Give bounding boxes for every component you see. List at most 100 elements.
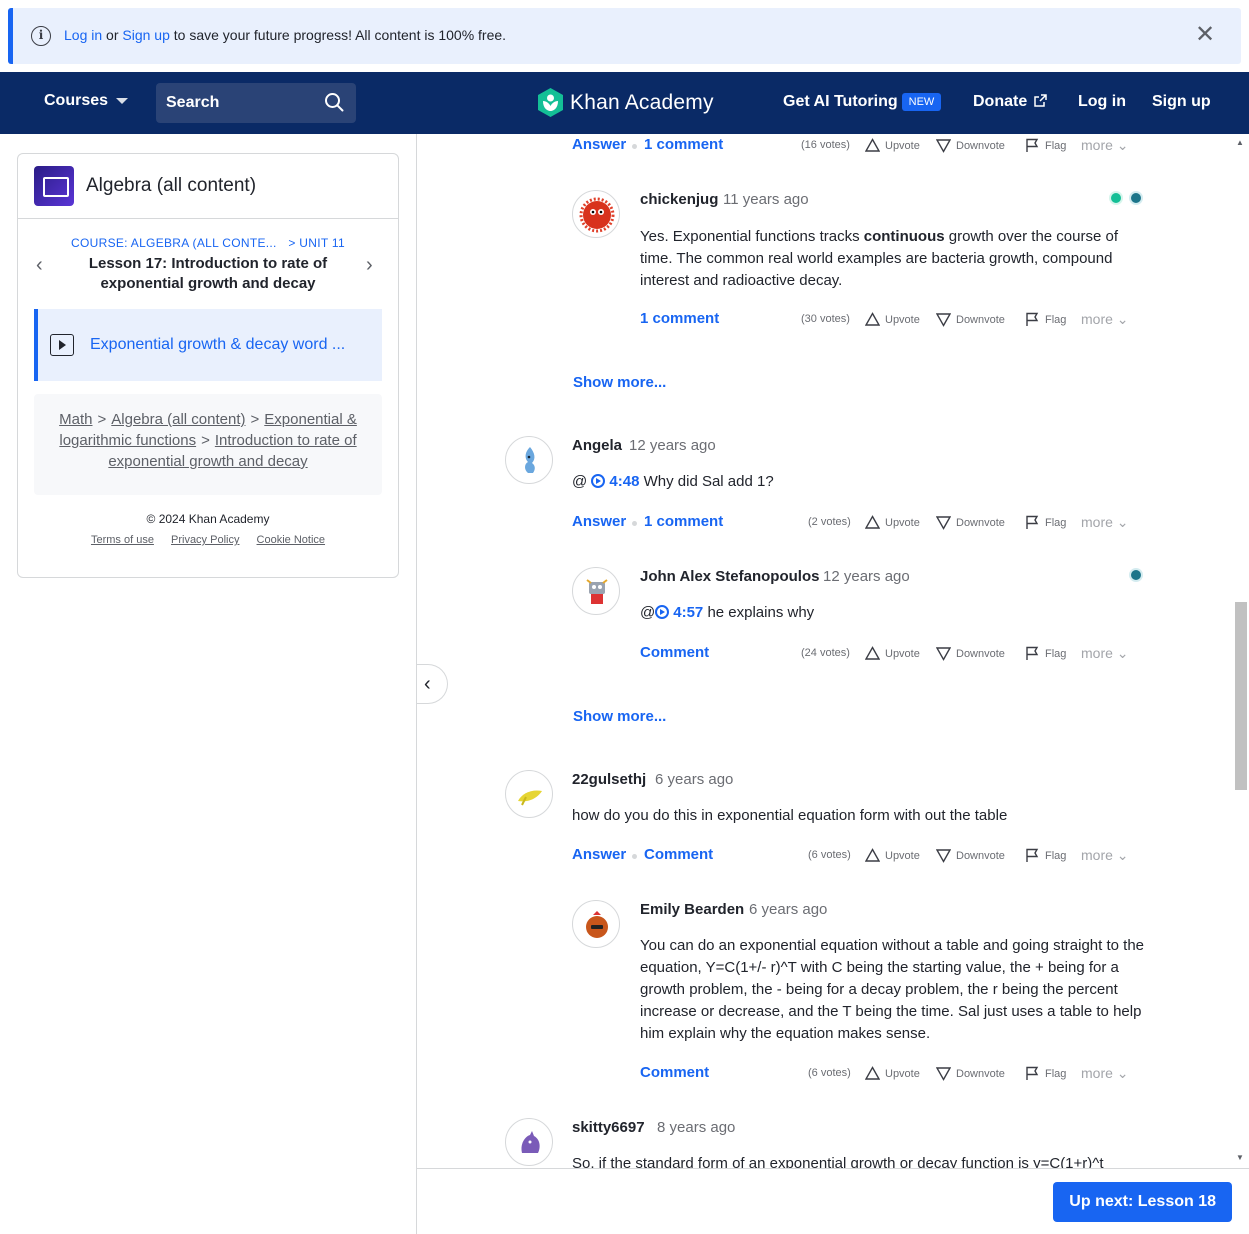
comments-toggle[interactable]: 1 comment (644, 513, 723, 530)
upvote-button[interactable]: Upvote (865, 1066, 920, 1081)
upvote-button[interactable]: Upvote (865, 848, 920, 863)
new-badge: NEW (901, 93, 942, 111)
video-timestamp-link[interactable]: 4:57 (655, 604, 703, 621)
comment-author[interactable]: skitty6697 (572, 1119, 645, 1136)
downvote-button[interactable]: Downvote (936, 1066, 1005, 1081)
scrollbar-thumb[interactable] (1235, 602, 1247, 790)
orange-creature-avatar-icon (586, 911, 608, 938)
flag-button[interactable]: Flag (1025, 312, 1066, 327)
banner-message: Log in or Sign up to save your future pr… (64, 27, 506, 43)
answer-button[interactable]: Answer (572, 513, 626, 530)
comment-author[interactable]: Emily Bearden (640, 901, 744, 918)
avatar (572, 900, 620, 948)
terms-link[interactable]: Terms of use (91, 534, 154, 546)
downvote-button[interactable]: Downvote (936, 646, 1005, 661)
downvote-button[interactable]: Downvote (936, 312, 1005, 327)
show-more-button[interactable]: Show more... (573, 708, 666, 725)
close-icon[interactable]: ✕ (1195, 23, 1215, 47)
teal-badge-icon (1129, 191, 1143, 205)
flag-button[interactable]: Flag (1025, 646, 1066, 661)
comment-button[interactable]: Comment (640, 1064, 709, 1081)
more-menu[interactable]: more ⌄ (1081, 1065, 1129, 1082)
course-crumb-link[interactable]: COURSE: ALGEBRA (ALL CONTE... (71, 236, 277, 250)
donate-link[interactable]: Donate (973, 93, 1047, 111)
comment-time: 11 years ago (723, 191, 809, 208)
chevron-down-icon: ⌄ (1116, 137, 1129, 153)
scroll-down-arrow-icon[interactable]: ▼ (1236, 1153, 1244, 1162)
chevron-down-icon: ⌄ (1116, 311, 1129, 327)
avatar (572, 190, 620, 238)
flag-label: Flag (1045, 516, 1067, 529)
downvote-label: Downvote (956, 313, 1005, 326)
course-header[interactable]: Algebra (all content) (18, 154, 398, 219)
comment-time: 12 years ago (629, 437, 716, 454)
upvote-button[interactable]: Upvote (865, 515, 920, 530)
comment-button[interactable]: Comment (640, 644, 709, 661)
next-lesson-chevron-icon[interactable]: › (366, 254, 380, 276)
avatar (505, 1118, 553, 1166)
collapse-sidebar-button[interactable]: ‹ (417, 664, 448, 704)
mention-at: @ (572, 473, 588, 490)
more-menu[interactable]: more ⌄ (1081, 311, 1129, 328)
khan-academy-logo[interactable]: Khan Academy (537, 88, 714, 117)
more-label: more (1081, 311, 1113, 327)
more-menu[interactable]: more ⌄ (1081, 514, 1129, 531)
nav-signup-button[interactable]: Sign up (1152, 93, 1211, 111)
green-badge-icon (1109, 191, 1123, 205)
comment-author[interactable]: chickenjug (640, 191, 718, 208)
brand-name: Khan Academy (570, 90, 714, 114)
answer-button[interactable]: Answer (572, 846, 626, 863)
banner-login-link[interactable]: Log in (64, 27, 102, 43)
comment-author[interactable]: John Alex Stefanopoulos (640, 568, 819, 585)
body-text: he explains why (707, 604, 815, 621)
course-book-icon (34, 166, 74, 206)
comment-body: So, if the standard form of an exponenti… (572, 1155, 1104, 1168)
up-next-button[interactable]: Up next: Lesson 18 (1053, 1182, 1232, 1222)
breadcrumb-math[interactable]: Math (59, 411, 92, 428)
flag-button[interactable]: Flag (1025, 515, 1066, 530)
active-video-item[interactable]: Exponential growth & decay word ... (34, 309, 382, 381)
purple-creature-avatar-icon (521, 1131, 540, 1153)
more-menu[interactable]: more ⌄ (1081, 847, 1129, 864)
upvote-label: Upvote (885, 313, 920, 326)
video-timestamp-link[interactable]: 4:48 (591, 473, 639, 490)
upvote-label: Upvote (885, 647, 920, 660)
flag-button[interactable]: Flag (1025, 848, 1066, 863)
cookie-link[interactable]: Cookie Notice (257, 534, 325, 546)
downvote-button[interactable]: Downvote (936, 848, 1005, 863)
nav-login-button[interactable]: Log in (1078, 93, 1126, 111)
upvote-button[interactable]: Upvote (865, 646, 920, 661)
search-input[interactable]: Search (156, 83, 356, 123)
downvote-button[interactable]: Downvote (936, 515, 1005, 530)
answer-button[interactable]: Answer (572, 136, 626, 153)
flag-button[interactable]: Flag (1025, 1066, 1066, 1081)
privacy-link[interactable]: Privacy Policy (171, 534, 239, 546)
courses-menu-button[interactable]: Courses (44, 92, 129, 110)
ai-tutoring-link[interactable]: Get AI Tutoring NEW (783, 93, 942, 111)
downvote-button[interactable]: Downvote (936, 138, 1005, 153)
comment-button[interactable]: Comment (644, 846, 713, 863)
more-label: more (1081, 137, 1113, 153)
more-label: more (1081, 1065, 1113, 1081)
courses-label: Courses (44, 92, 109, 109)
scroll-up-arrow-icon[interactable]: ▲ (1236, 138, 1244, 147)
prev-lesson-chevron-icon[interactable]: ‹ (36, 254, 50, 276)
comment-time: 6 years ago (749, 901, 828, 918)
flag-button[interactable]: Flag (1025, 138, 1066, 153)
ai-tutoring-label: Get AI Tutoring (783, 93, 898, 110)
upvote-label: Upvote (885, 849, 920, 862)
more-menu[interactable]: more ⌄ (1081, 645, 1129, 662)
comments-toggle[interactable]: 1 comment (644, 136, 723, 153)
info-icon: i (31, 26, 51, 46)
comments-toggle[interactable]: 1 comment (640, 310, 719, 327)
upvote-button[interactable]: Upvote (865, 138, 920, 153)
upvote-button[interactable]: Upvote (865, 312, 920, 327)
unit-crumb-link[interactable]: > UNIT 11 (288, 236, 345, 250)
show-more-button[interactable]: Show more... (573, 374, 666, 391)
comment-author[interactable]: 22gulsethj (572, 771, 646, 788)
banner-signup-link[interactable]: Sign up (122, 27, 169, 43)
more-menu[interactable]: more ⌄ (1081, 137, 1129, 154)
breadcrumb-algebra[interactable]: Algebra (all content) (111, 411, 245, 428)
comment-author[interactable]: Angela (572, 437, 622, 454)
flag-label: Flag (1045, 1067, 1067, 1080)
